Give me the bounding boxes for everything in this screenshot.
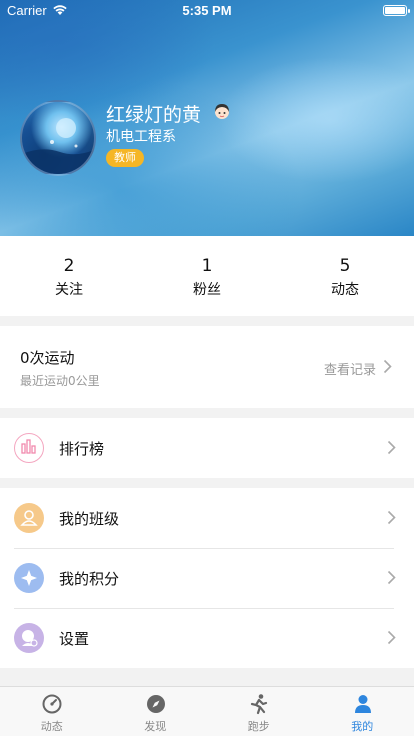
stat-followers[interactable]: 1 粉丝 <box>138 236 276 316</box>
menu-section: 我的班级 我的积分 设置 <box>0 488 414 668</box>
menu-item-label: 排行榜 <box>59 440 105 458</box>
stat-posts-count: 5 <box>339 256 351 276</box>
menu-item-label: 我的积分 <box>59 570 120 588</box>
stat-followers-label: 粉丝 <box>193 282 221 298</box>
exercise-summary: 0次运动 最近运动0公里 查看记录 <box>0 326 414 408</box>
runner-icon <box>248 693 270 715</box>
compass-icon <box>145 693 167 715</box>
ranking-section: 排行榜 <box>0 418 414 478</box>
profile-header: Carrier 5:35 PM 红绿灯的黄 机电工程系 教师 <box>0 0 414 236</box>
stat-posts[interactable]: 5 动态 <box>276 236 414 316</box>
tab-discover[interactable]: 发现 <box>104 687 208 736</box>
stat-following-label: 关注 <box>55 282 83 298</box>
tab-feed[interactable]: 动态 <box>0 687 104 736</box>
points-icon <box>14 563 44 593</box>
exercise-count: 0次运动 <box>20 349 75 367</box>
class-icon <box>14 503 44 533</box>
chevron-right-icon <box>387 630 396 649</box>
exercise-distance: 最近运动0公里 <box>20 374 100 388</box>
tab-me[interactable]: 我的 <box>311 687 414 736</box>
user-name: 红绿灯的黄 <box>106 104 202 126</box>
view-records-link[interactable]: 查看记录 <box>324 359 376 378</box>
stat-posts-label: 动态 <box>331 282 359 298</box>
dashboard-icon <box>41 693 63 715</box>
status-bar: Carrier 5:35 PM <box>0 0 414 22</box>
chevron-right-icon <box>387 570 396 589</box>
chevron-right-icon <box>387 440 396 459</box>
tab-label: 发现 <box>144 720 167 733</box>
stat-following[interactable]: 2 关注 <box>0 236 138 316</box>
user-department: 机电工程系 <box>106 129 176 145</box>
stats-bar: 2 关注 1 粉丝 5 动态 <box>0 236 414 316</box>
stat-following-count: 2 <box>63 256 75 276</box>
stat-followers-count: 1 <box>201 256 213 276</box>
menu-item-label: 设置 <box>59 630 90 648</box>
menu-item-my-class[interactable]: 我的班级 <box>0 488 414 548</box>
clock: 5:35 PM <box>182 3 232 18</box>
avatar[interactable] <box>20 100 96 176</box>
settings-icon <box>14 623 44 653</box>
girl-face-emoji-icon <box>212 101 232 121</box>
menu-item-label: 我的班级 <box>59 510 120 528</box>
chevron-right-icon <box>387 510 396 529</box>
menu-item-my-points[interactable]: 我的积分 <box>0 548 414 608</box>
chevron-right-icon[interactable] <box>383 359 392 378</box>
bar-chart-icon <box>14 433 44 463</box>
tab-label: 动态 <box>40 720 63 733</box>
battery-icon <box>383 5 410 16</box>
person-icon <box>352 693 374 715</box>
tab-label: 我的 <box>351 720 374 733</box>
menu-item-ranking[interactable]: 排行榜 <box>0 418 414 478</box>
role-badge: 教师 <box>106 149 144 167</box>
menu-item-settings[interactable]: 设置 <box>0 608 414 668</box>
tab-bar: 动态 发现 跑步 我的 <box>0 686 414 736</box>
tab-label: 跑步 <box>247 720 270 733</box>
tab-run[interactable]: 跑步 <box>207 687 311 736</box>
